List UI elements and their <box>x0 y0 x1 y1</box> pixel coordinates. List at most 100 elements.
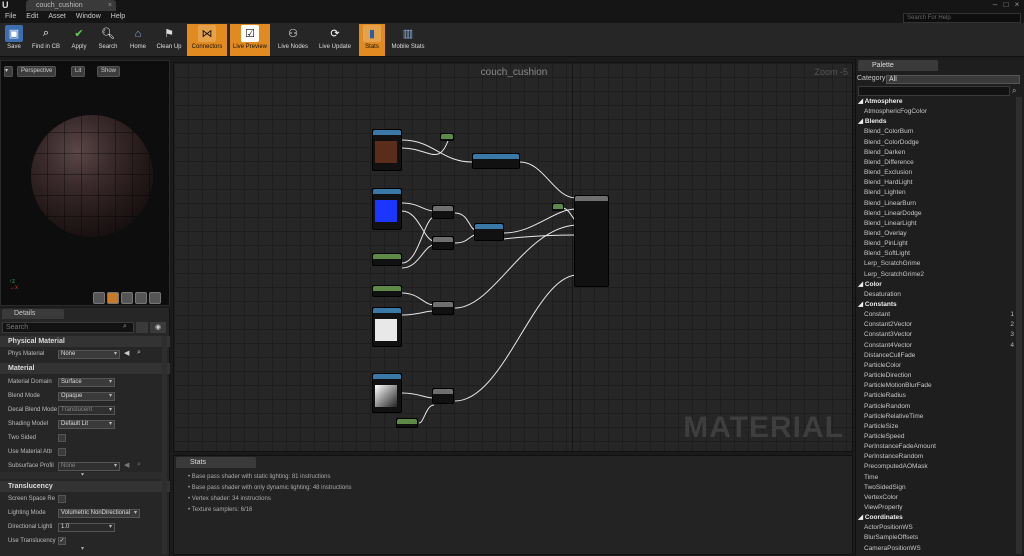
scalar-param-node[interactable] <box>372 253 402 266</box>
connectors-button[interactable]: ⋈ Connectors <box>187 24 227 56</box>
live-update-button[interactable]: ⟳ Live Update <box>315 24 355 56</box>
palette-item[interactable]: Blend_HardLight <box>864 178 1014 188</box>
two-sided-checkbox[interactable] <box>58 434 66 442</box>
lighting-mode-dropdown[interactable]: Volumetric NonDirectional <box>58 509 140 518</box>
section-material[interactable]: Material <box>0 363 170 374</box>
palette-tab[interactable]: Palette <box>858 60 938 71</box>
search-button[interactable]: 🔍︎ Search <box>94 24 122 56</box>
palette-item[interactable]: DistanceCullFade <box>864 351 1014 361</box>
mobile-stats-button[interactable]: ▥ Mobile Stats <box>388 24 428 56</box>
blend-node[interactable] <box>474 223 504 241</box>
palette-item[interactable]: ParticleSize <box>864 422 1014 432</box>
subsurface-profile-dropdown[interactable]: None <box>58 462 120 471</box>
lerp-node[interactable] <box>432 205 454 219</box>
decal-blend-mode-dropdown[interactable]: Translucent <box>58 406 115 415</box>
menu-asset[interactable]: Asset <box>43 11 71 23</box>
multiply-node[interactable] <box>472 153 520 169</box>
palette-item[interactable]: ParticleRandom <box>864 402 1014 412</box>
texture-sample-node[interactable] <box>372 129 402 171</box>
asset-tab[interactable]: couch_cushion × <box>26 0 116 11</box>
texture-sample-node[interactable] <box>372 188 402 230</box>
constant-node[interactable] <box>440 133 454 141</box>
expand-advanced-icon[interactable]: ▾ <box>0 472 165 479</box>
palette-item[interactable]: Blend_PinLight <box>864 239 1014 249</box>
palette-item[interactable]: Time <box>864 473 1014 483</box>
palette-item[interactable]: BlurSampleOffsets <box>864 533 1014 543</box>
palette-item[interactable]: ParticleRelativeTime <box>864 412 1014 422</box>
preview-sphere-icon[interactable] <box>107 292 119 304</box>
palette-item[interactable]: Desaturation <box>864 290 1014 300</box>
palette-item[interactable]: Blend_LinearDodge <box>864 209 1014 219</box>
palette-scrollbar[interactable] <box>1016 97 1022 554</box>
expand-advanced-icon[interactable]: ▾ <box>0 546 165 553</box>
palette-item[interactable]: ParticleColor <box>864 361 1014 371</box>
perspective-button[interactable]: Perspective <box>17 66 57 77</box>
palette-category[interactable]: ◢ Atmosphere <box>858 97 1008 107</box>
texture-sample-node[interactable] <box>372 373 402 413</box>
palette-item[interactable]: PerInstanceFadeAmount <box>864 442 1014 452</box>
apply-button[interactable]: ✔ Apply <box>66 24 92 56</box>
palette-item[interactable]: Constant 1 <box>864 310 1014 320</box>
palette-item[interactable]: ActorPositionWS <box>864 523 1014 533</box>
palette-category[interactable]: ◢ Color <box>858 280 1008 290</box>
palette-item[interactable]: Lerp_ScratchGrime <box>864 259 1014 269</box>
palette-item[interactable]: PerInstanceRandom <box>864 452 1014 462</box>
multiply-node[interactable] <box>432 301 454 315</box>
palette-item[interactable]: ParticleMotionBlurFade <box>864 381 1014 391</box>
palette-category[interactable]: ◢ Constants <box>858 300 1008 310</box>
lerp-node[interactable] <box>432 388 454 404</box>
palette-item[interactable]: Blend_Lighten <box>864 188 1014 198</box>
find-in-cb-button[interactable]: ⌕ Find in CB <box>28 24 64 56</box>
details-scrollbar[interactable] <box>162 336 167 554</box>
directional-lighting-input[interactable]: 1.0 <box>58 523 115 532</box>
lerp-node[interactable] <box>432 236 454 250</box>
live-nodes-button[interactable]: ⚇ Live Nodes <box>273 24 313 56</box>
material-domain-dropdown[interactable]: Surface <box>58 378 115 387</box>
palette-item[interactable]: Blend_ColorBurn <box>864 127 1014 137</box>
preview-mesh-icon[interactable] <box>149 292 161 304</box>
palette-item[interactable]: Blend_ColorDodge <box>864 138 1014 148</box>
phys-material-dropdown[interactable]: None <box>58 350 120 359</box>
preview-plane-icon[interactable] <box>121 292 133 304</box>
palette-item[interactable]: Blend_LinearLight <box>864 219 1014 229</box>
close-tab-icon[interactable]: × <box>108 0 112 11</box>
clean-up-button[interactable]: ⚑ Clean Up <box>154 24 184 56</box>
stats-button[interactable]: ▮ Stats <box>359 24 385 56</box>
use-material-attr-checkbox[interactable] <box>58 448 66 456</box>
stats-tab[interactable]: Stats <box>176 457 256 468</box>
scalar-param-node[interactable] <box>396 418 418 428</box>
material-result-node[interactable] <box>574 195 609 287</box>
palette-item[interactable]: ViewProperty <box>864 503 1014 513</box>
palette-item[interactable]: ParticleSpeed <box>864 432 1014 442</box>
palette-item[interactable]: AtmosphericFogColor <box>864 107 1014 117</box>
palette-category[interactable]: ◢ Blends <box>858 117 1008 127</box>
palette-item[interactable]: Blend_Darken <box>864 148 1014 158</box>
menu-help[interactable]: Help <box>106 11 130 23</box>
palette-item[interactable]: Blend_Exclusion <box>864 168 1014 178</box>
palette-item[interactable]: ParticleDirection <box>864 371 1014 381</box>
palette-item[interactable]: TwoSidedSign <box>864 483 1014 493</box>
scalar-param-node[interactable] <box>372 285 402 297</box>
section-physical-material[interactable]: Physical Material <box>0 336 170 347</box>
details-search-input[interactable]: Search <box>2 322 134 333</box>
texture-sample-node[interactable] <box>372 307 402 347</box>
menu-file[interactable]: File <box>0 11 21 23</box>
palette-item[interactable]: Lerp_ScratchGrime2 <box>864 270 1014 280</box>
palette-item[interactable]: Blend_SoftLight <box>864 249 1014 259</box>
screen-space-checkbox[interactable] <box>58 495 66 503</box>
constant-node[interactable] <box>552 203 564 211</box>
save-button[interactable]: ▣ Save <box>2 24 26 56</box>
palette-category[interactable]: ◢ Coordinates <box>858 513 1008 523</box>
browse-icon[interactable]: ⌕ <box>137 349 141 357</box>
palette-item[interactable]: PrecomputedAOMask <box>864 462 1014 472</box>
blend-mode-dropdown[interactable]: Opaque <box>58 392 115 401</box>
palette-item[interactable]: Blend_Overlay <box>864 229 1014 239</box>
help-search-input[interactable]: Search For Help <box>903 13 1021 23</box>
use-selected-arrow-icon[interactable]: ◀ <box>124 349 129 357</box>
details-tab[interactable]: Details <box>2 309 64 319</box>
browse-icon[interactable]: ⌕ <box>137 461 141 469</box>
palette-item[interactable]: Blend_LinearBurn <box>864 199 1014 209</box>
palette-item[interactable]: VertexColor <box>864 493 1014 503</box>
category-dropdown[interactable]: All <box>886 75 1020 84</box>
menu-window[interactable]: Window <box>71 11 106 23</box>
